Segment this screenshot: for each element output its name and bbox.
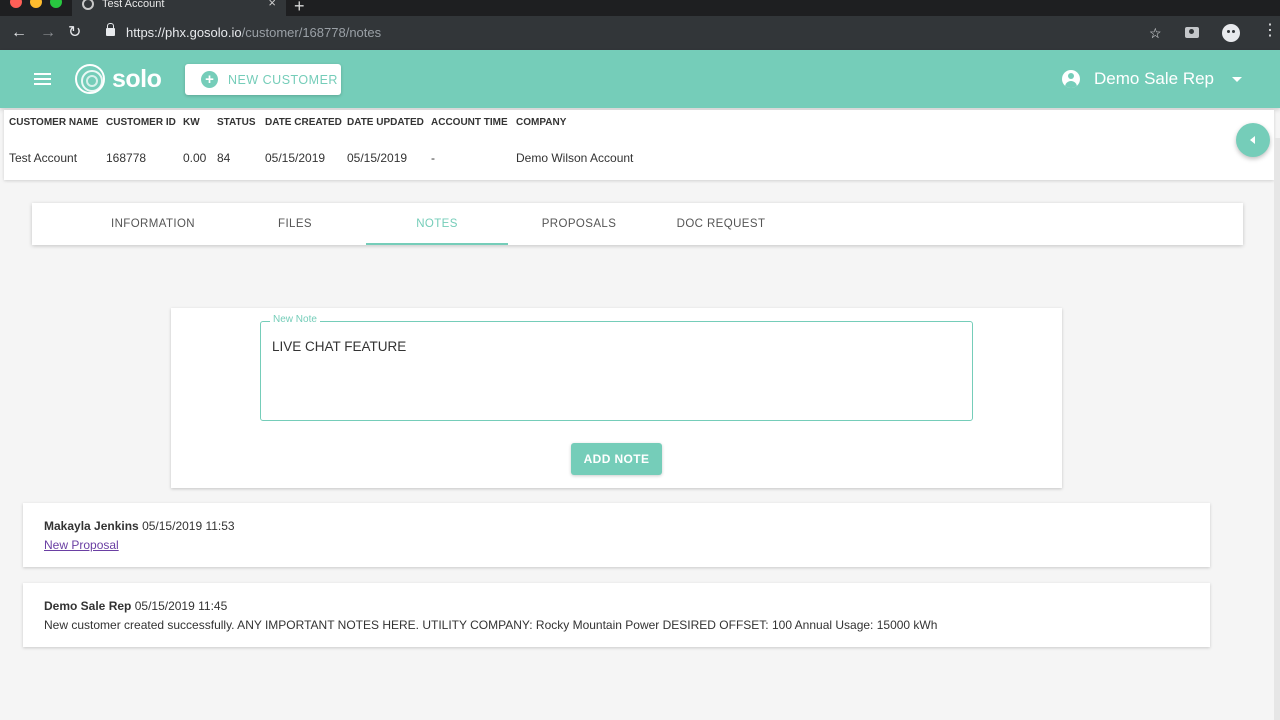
new-note-card: New Note LIVE CHAT FEATURE ADD NOTE [171, 308, 1062, 488]
note-body: New Proposal [44, 538, 119, 552]
reload-icon[interactable]: ↻ [68, 24, 81, 42]
tab-proposals[interactable]: PROPOSALS [508, 203, 650, 245]
browser-tab-active[interactable]: Test Account × [72, 0, 286, 16]
url-host: https://phx.gosolo.io [126, 25, 242, 40]
browser-menu-icon[interactable]: ⋮ [1262, 23, 1278, 39]
summary-customer-id: 168778 [106, 151, 147, 165]
summary-header-customer-name: CUSTOMER NAME [9, 117, 99, 128]
note-header: Makayla Jenkins 05/15/2019 11:53 [44, 519, 235, 533]
summary-kw: 0.00 [183, 151, 207, 165]
summary-date-created: 05/15/2019 [265, 151, 326, 165]
close-tab-icon[interactable]: × [268, 0, 276, 10]
add-note-button[interactable]: ADD NOTE [571, 443, 662, 475]
note-header: Demo Sale Rep 05/15/2019 11:45 [44, 599, 227, 613]
back-arrow-icon[interactable]: ← [11, 24, 27, 42]
note-author: Demo Sale Rep [44, 599, 132, 613]
customer-tabs: INFORMATION FILES NOTES PROPOSALS DOC RE… [32, 203, 1243, 245]
new-proposal-link[interactable]: New Proposal [44, 538, 119, 552]
user-name: Demo Sale Rep [1094, 69, 1215, 88]
profile-icon[interactable] [1222, 24, 1240, 42]
new-customer-button[interactable]: + NEW CUSTOMER [185, 64, 341, 95]
new-tab-button[interactable]: + [294, 0, 305, 15]
summary-customer-name: Test Account [9, 151, 78, 165]
app-header: solo + NEW CUSTOMER Demo Sale Rep [0, 50, 1280, 108]
maximize-window-button[interactable] [50, 0, 62, 8]
new-note-input-value[interactable]: LIVE CHAT FEATURE [272, 339, 406, 355]
note-item: Demo Sale Rep 05/15/2019 11:45 New custo… [23, 583, 1210, 647]
summary-header-date-created: DATE CREATED [265, 117, 342, 128]
favicon-icon [82, 0, 94, 10]
summary-header-status: STATUS [217, 117, 256, 128]
logo-text: solo [112, 65, 162, 93]
minimize-window-button[interactable] [30, 0, 42, 8]
note-item: Makayla Jenkins 05/15/2019 11:53 New Pro… [23, 503, 1210, 567]
summary-header-account-time: ACCOUNT TIME [431, 117, 508, 128]
account-circle-icon [1062, 70, 1080, 88]
close-window-button[interactable] [10, 0, 22, 8]
lock-icon [106, 23, 115, 36]
url-path: /customer/168778/notes [241, 25, 382, 40]
note-timestamp: 05/15/2019 11:45 [134, 599, 228, 613]
tab-doc-request[interactable]: DOC REQUEST [650, 203, 792, 245]
user-menu[interactable]: Demo Sale Rep [1062, 67, 1252, 91]
summary-company: Demo Wilson Account [516, 151, 634, 165]
tab-notes[interactable]: NOTES [366, 203, 508, 245]
logo-mark-icon [75, 64, 105, 94]
scrollbar[interactable] [1274, 138, 1280, 720]
caret-down-icon [1232, 77, 1242, 82]
tab-information[interactable]: INFORMATION [82, 203, 224, 245]
summary-header-customer-id: CUSTOMER ID [106, 117, 176, 128]
browser-toolbar: ← → ↻ https://phx.gosolo.io/customer/168… [0, 16, 1280, 50]
hamburger-menu-icon[interactable] [34, 73, 51, 85]
camera-icon[interactable] [1185, 27, 1199, 38]
note-body-text: New customer created successfully. ANY I… [44, 618, 938, 632]
browser-tab-title: Test Account [102, 0, 165, 10]
summary-account-time: - [431, 151, 435, 165]
solo-logo[interactable]: solo [75, 64, 170, 96]
forward-arrow-icon[interactable]: → [40, 24, 56, 42]
summary-header-company: COMPANY [516, 117, 567, 128]
new-note-label: New Note [270, 314, 320, 326]
customer-summary: CUSTOMER NAME CUSTOMER ID KW STATUS DATE… [4, 110, 1274, 180]
new-customer-label: NEW CUSTOMER [228, 73, 338, 87]
browser-tabstrip: Test Account × + [0, 0, 1280, 16]
bookmark-star-icon[interactable]: ☆ [1149, 25, 1162, 41]
tab-files[interactable]: FILES [224, 203, 366, 245]
side-panel-toggle-button[interactable] [1236, 123, 1270, 157]
note-author: Makayla Jenkins [44, 519, 139, 533]
note-timestamp: 05/15/2019 11:53 [142, 519, 235, 533]
url-text[interactable]: https://phx.gosolo.io/customer/168778/no… [126, 26, 381, 40]
new-note-field[interactable]: New Note LIVE CHAT FEATURE [260, 314, 973, 421]
plus-circle-icon: + [201, 71, 218, 88]
address-bar[interactable]: https://phx.gosolo.io/customer/168778/no… [98, 20, 1178, 46]
summary-status: 84 [217, 151, 231, 165]
summary-date-updated: 05/15/2019 [347, 151, 408, 165]
summary-header-kw: KW [183, 117, 200, 128]
summary-header-date-updated: DATE UPDATED [347, 117, 424, 128]
